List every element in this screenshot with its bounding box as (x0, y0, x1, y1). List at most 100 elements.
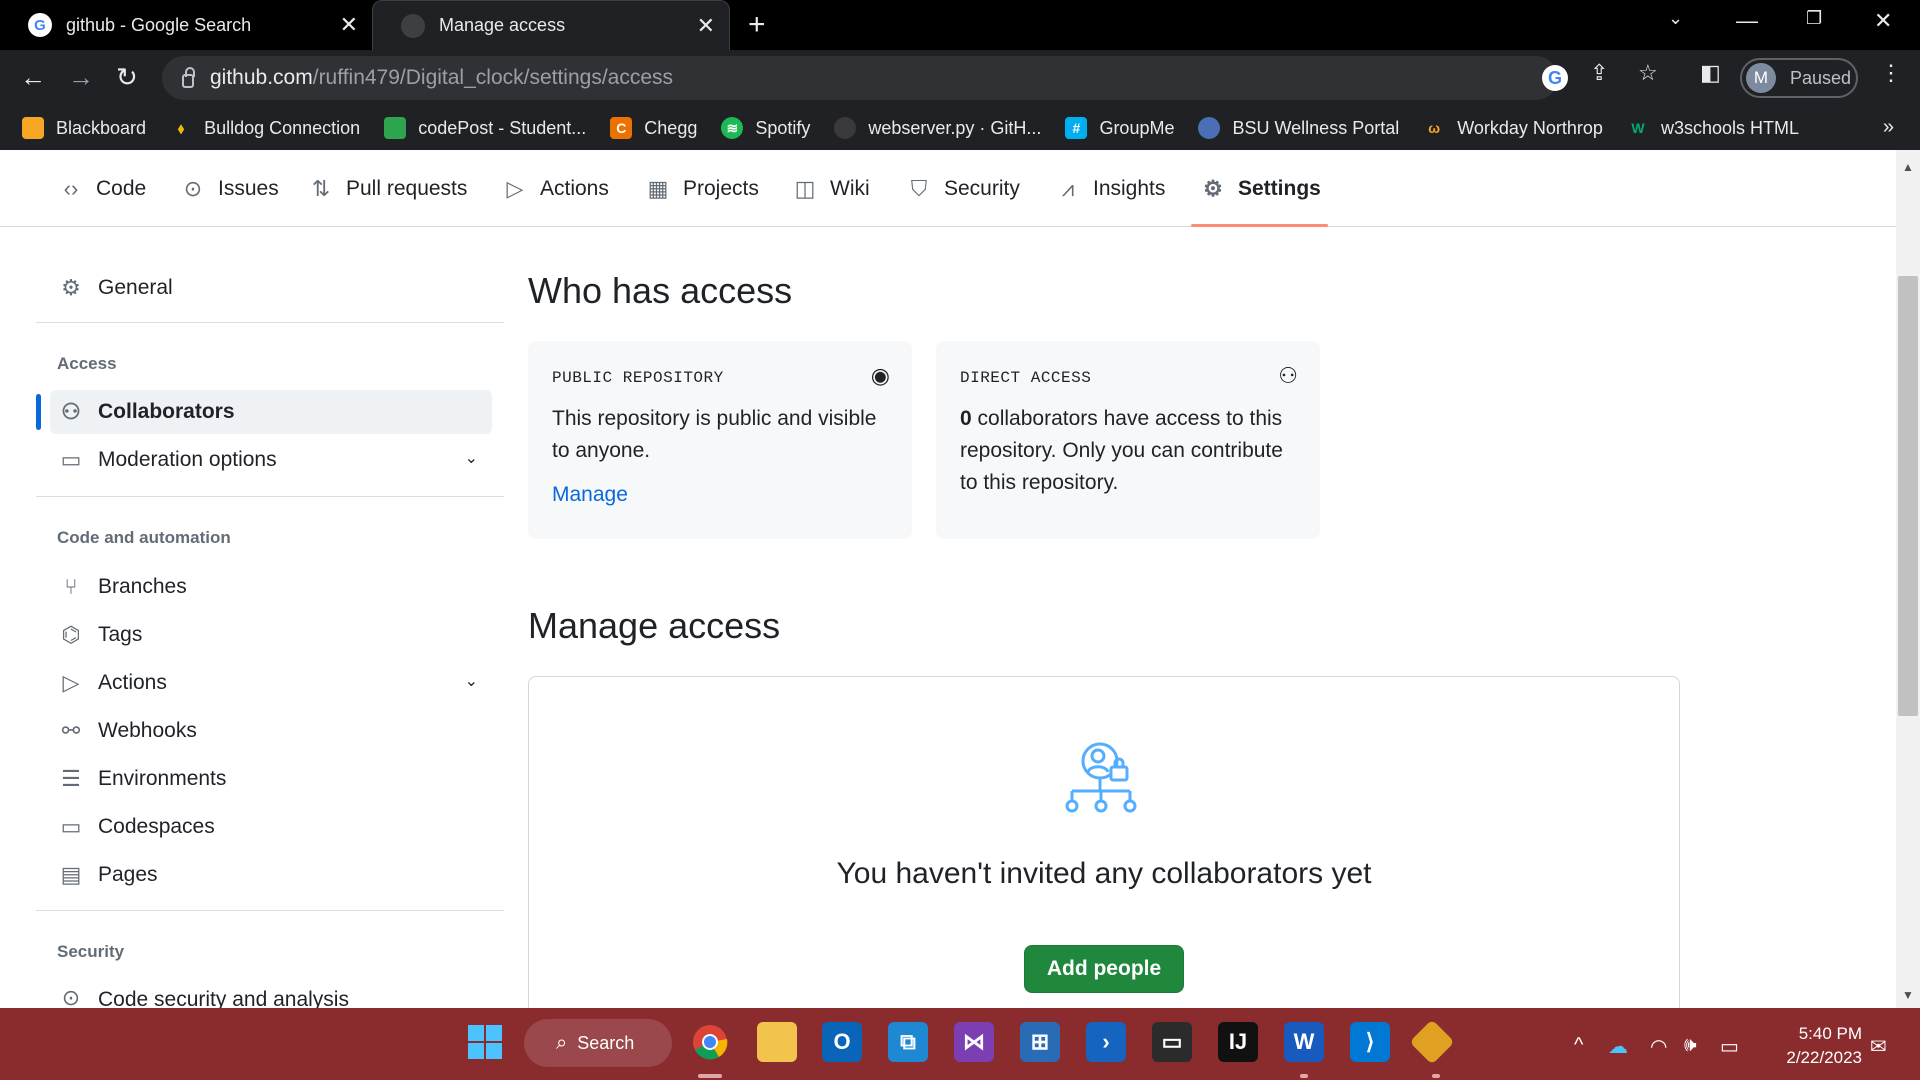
tab-projects[interactable]: ▦ Projects (645, 176, 759, 202)
pull-request-icon: ⇅ (311, 176, 331, 201)
powershell-icon[interactable]: › (1086, 1022, 1126, 1062)
onedrive-icon[interactable]: ☁ (1608, 1034, 1628, 1059)
sidebar-item-webhooks[interactable]: ⚯ Webhooks (50, 709, 492, 753)
sidebar-item-tags[interactable]: ⌬ Tags (50, 613, 492, 657)
bookmark-w3schools[interactable]: Ww3schools HTML (1627, 117, 1799, 139)
app-icon[interactable]: ⧉ (888, 1022, 928, 1062)
tab-settings[interactable]: ⚙ Settings (1200, 176, 1321, 202)
address-bar[interactable]: github.com/ruffin479/Digital_clock/setti… (162, 56, 1558, 100)
visual-studio-icon[interactable]: ⋈ (954, 1022, 994, 1062)
file-explorer-icon[interactable] (757, 1022, 797, 1062)
bookmark-workday[interactable]: ω Workday Northrop (1423, 117, 1603, 139)
tab-insights[interactable]: ⩘ Insights (1055, 176, 1166, 202)
bookmark-spotify[interactable]: ≋ Spotify (721, 117, 810, 139)
tab-pull-requests[interactable]: ⇅ Pull requests (308, 176, 468, 202)
tab-wiki[interactable]: ◫ Wiki (792, 176, 870, 202)
manage-link[interactable]: Manage (552, 483, 628, 507)
profile-button[interactable]: M Paused (1740, 58, 1858, 98)
browser-toolbar: ← → ↻ github.com/ruffin479/Digital_clock… (0, 50, 1920, 106)
branch-icon: ⑂ (64, 574, 78, 599)
bookmark-blackboard[interactable]: Blackboard (22, 117, 146, 139)
chrome-icon[interactable] (690, 1022, 730, 1062)
scroll-up-icon[interactable]: ▲ (1902, 160, 1914, 174)
tab-manage-access[interactable]: Manage access ✕ (372, 0, 730, 50)
sidebar-item-moderation[interactable]: ▭ Moderation options ⌄ (50, 438, 492, 482)
outlook-icon[interactable]: O (822, 1022, 862, 1062)
share-icon[interactable]: ⇪ (1590, 60, 1608, 86)
wifi-icon[interactable]: ◠ (1650, 1034, 1667, 1059)
windows-start-icon[interactable] (465, 1022, 505, 1062)
tab-search-icon[interactable]: ⌄ (1668, 8, 1683, 29)
sidebar-item-codespaces[interactable]: ▭ Codespaces (50, 805, 492, 849)
sidebar-item-actions[interactable]: ▷ Actions ⌄ (50, 661, 492, 705)
taskbar-clock[interactable]: 5:40 PM 2/22/2023 (1768, 1022, 1862, 1070)
bookmark-groupme[interactable]: # GroupMe (1065, 117, 1174, 139)
person-lock-icon (1065, 742, 1137, 813)
volume-icon[interactable]: 🕪 (1684, 1034, 1697, 1057)
bookmark-webserver[interactable]: webserver.py · GitH... (834, 117, 1041, 139)
word-running-indicator (1300, 1074, 1308, 1078)
google-lens-icon[interactable]: G (1542, 65, 1568, 91)
sidebar-heading-code: Code and automation (57, 528, 231, 547)
forward-icon[interactable]: → (68, 62, 94, 93)
reload-icon[interactable]: ↻ (116, 62, 138, 93)
notification-icon[interactable]: ✉ (1870, 1034, 1887, 1059)
sidebar-item-general[interactable]: ⚙ General (50, 266, 492, 310)
profile-status: Paused (1790, 67, 1852, 88)
chevron-up-icon[interactable]: ^ (1574, 1034, 1583, 1057)
tab-code[interactable]: ‹› Code (58, 176, 147, 202)
intellij-icon[interactable]: IJ (1218, 1022, 1258, 1062)
sidebar-item-environments[interactable]: ☰ Environments (50, 757, 492, 801)
bookmark-bsu-wellness[interactable]: BSU Wellness Portal (1198, 117, 1399, 139)
search-icon: ⌕ (556, 1031, 568, 1054)
tag-icon: ⌬ (61, 622, 81, 647)
git-app-icon[interactable] (1409, 1019, 1455, 1065)
side-panel-icon[interactable]: ◧ (1700, 60, 1721, 86)
sidebar-item-branches[interactable]: ⑂ Branches (50, 565, 492, 609)
server-icon: ☰ (61, 766, 81, 791)
chevron-down-icon[interactable]: ⌄ (465, 671, 478, 691)
public-repository-card: PUBLIC REPOSITORY ◉ This repository is p… (528, 341, 912, 539)
tab-issues[interactable]: ⊙ Issues (180, 176, 279, 202)
card-text: This repository is public and visible to… (552, 407, 877, 462)
url-text[interactable]: github.com/ruffin479/Digital_clock/setti… (210, 66, 673, 90)
taskbar-search[interactable]: ⌕ Search (524, 1019, 672, 1067)
sidebar-item-collaborators[interactable]: ⚇ Collaborators (50, 390, 492, 434)
menu-icon[interactable]: ⋮ (1880, 60, 1902, 86)
bookmark-chegg[interactable]: C Chegg (610, 117, 697, 139)
tab-security[interactable]: ⛉ Security (906, 176, 1020, 202)
minimize-icon[interactable]: — (1736, 8, 1758, 34)
sidebar-item-code-security[interactable]: ⊙ Code security and analysis (50, 979, 492, 1009)
tab-actions[interactable]: ▷ Actions (502, 176, 609, 202)
bookmark-star-icon[interactable]: ☆ (1638, 60, 1658, 86)
bookmark-codepost[interactable]: codePost - Student... (384, 117, 586, 139)
window-close-icon[interactable]: ✕ (1874, 8, 1892, 34)
bookmarks-overflow-icon[interactable]: » (1883, 116, 1894, 139)
restore-icon[interactable]: ❐ (1806, 8, 1822, 29)
word-icon[interactable]: W (1284, 1022, 1324, 1062)
book-icon: ◫ (794, 176, 816, 201)
bookmark-bulldog[interactable]: ⬧ Bulldog Connection (170, 117, 360, 139)
chevron-down-icon[interactable]: ⌄ (465, 448, 478, 468)
vscode-icon[interactable]: ⟩ (1350, 1022, 1390, 1062)
browser-icon: ▤ (60, 862, 82, 887)
bulldog-icon: ⬧ (177, 119, 185, 136)
lock-icon[interactable] (182, 67, 195, 88)
battery-icon[interactable]: ▭ (1720, 1034, 1739, 1059)
terminal-icon[interactable]: ▭ (1152, 1022, 1192, 1062)
issue-icon: ⊙ (183, 176, 203, 201)
tab-google-search[interactable]: G github - Google Search ✕ (0, 0, 372, 50)
active-tab-indicator (1191, 224, 1328, 227)
webhook-icon: ⚯ (61, 718, 81, 743)
sidebar-item-pages[interactable]: ▤ Pages (50, 853, 492, 897)
new-tab-button[interactable]: + (748, 8, 766, 42)
back-icon[interactable]: ← (20, 62, 46, 93)
scroll-down-icon[interactable]: ▼ (1902, 988, 1914, 1002)
network-app-icon[interactable]: ⊞ (1020, 1022, 1060, 1062)
sidebar-divider (36, 910, 504, 911)
scrollbar-thumb[interactable] (1898, 276, 1918, 716)
close-icon[interactable]: ✕ (340, 12, 358, 38)
add-people-button[interactable]: Add people (1024, 945, 1184, 993)
graph-icon: ⩘ (1061, 176, 1075, 201)
close-icon[interactable]: ✕ (697, 13, 715, 39)
